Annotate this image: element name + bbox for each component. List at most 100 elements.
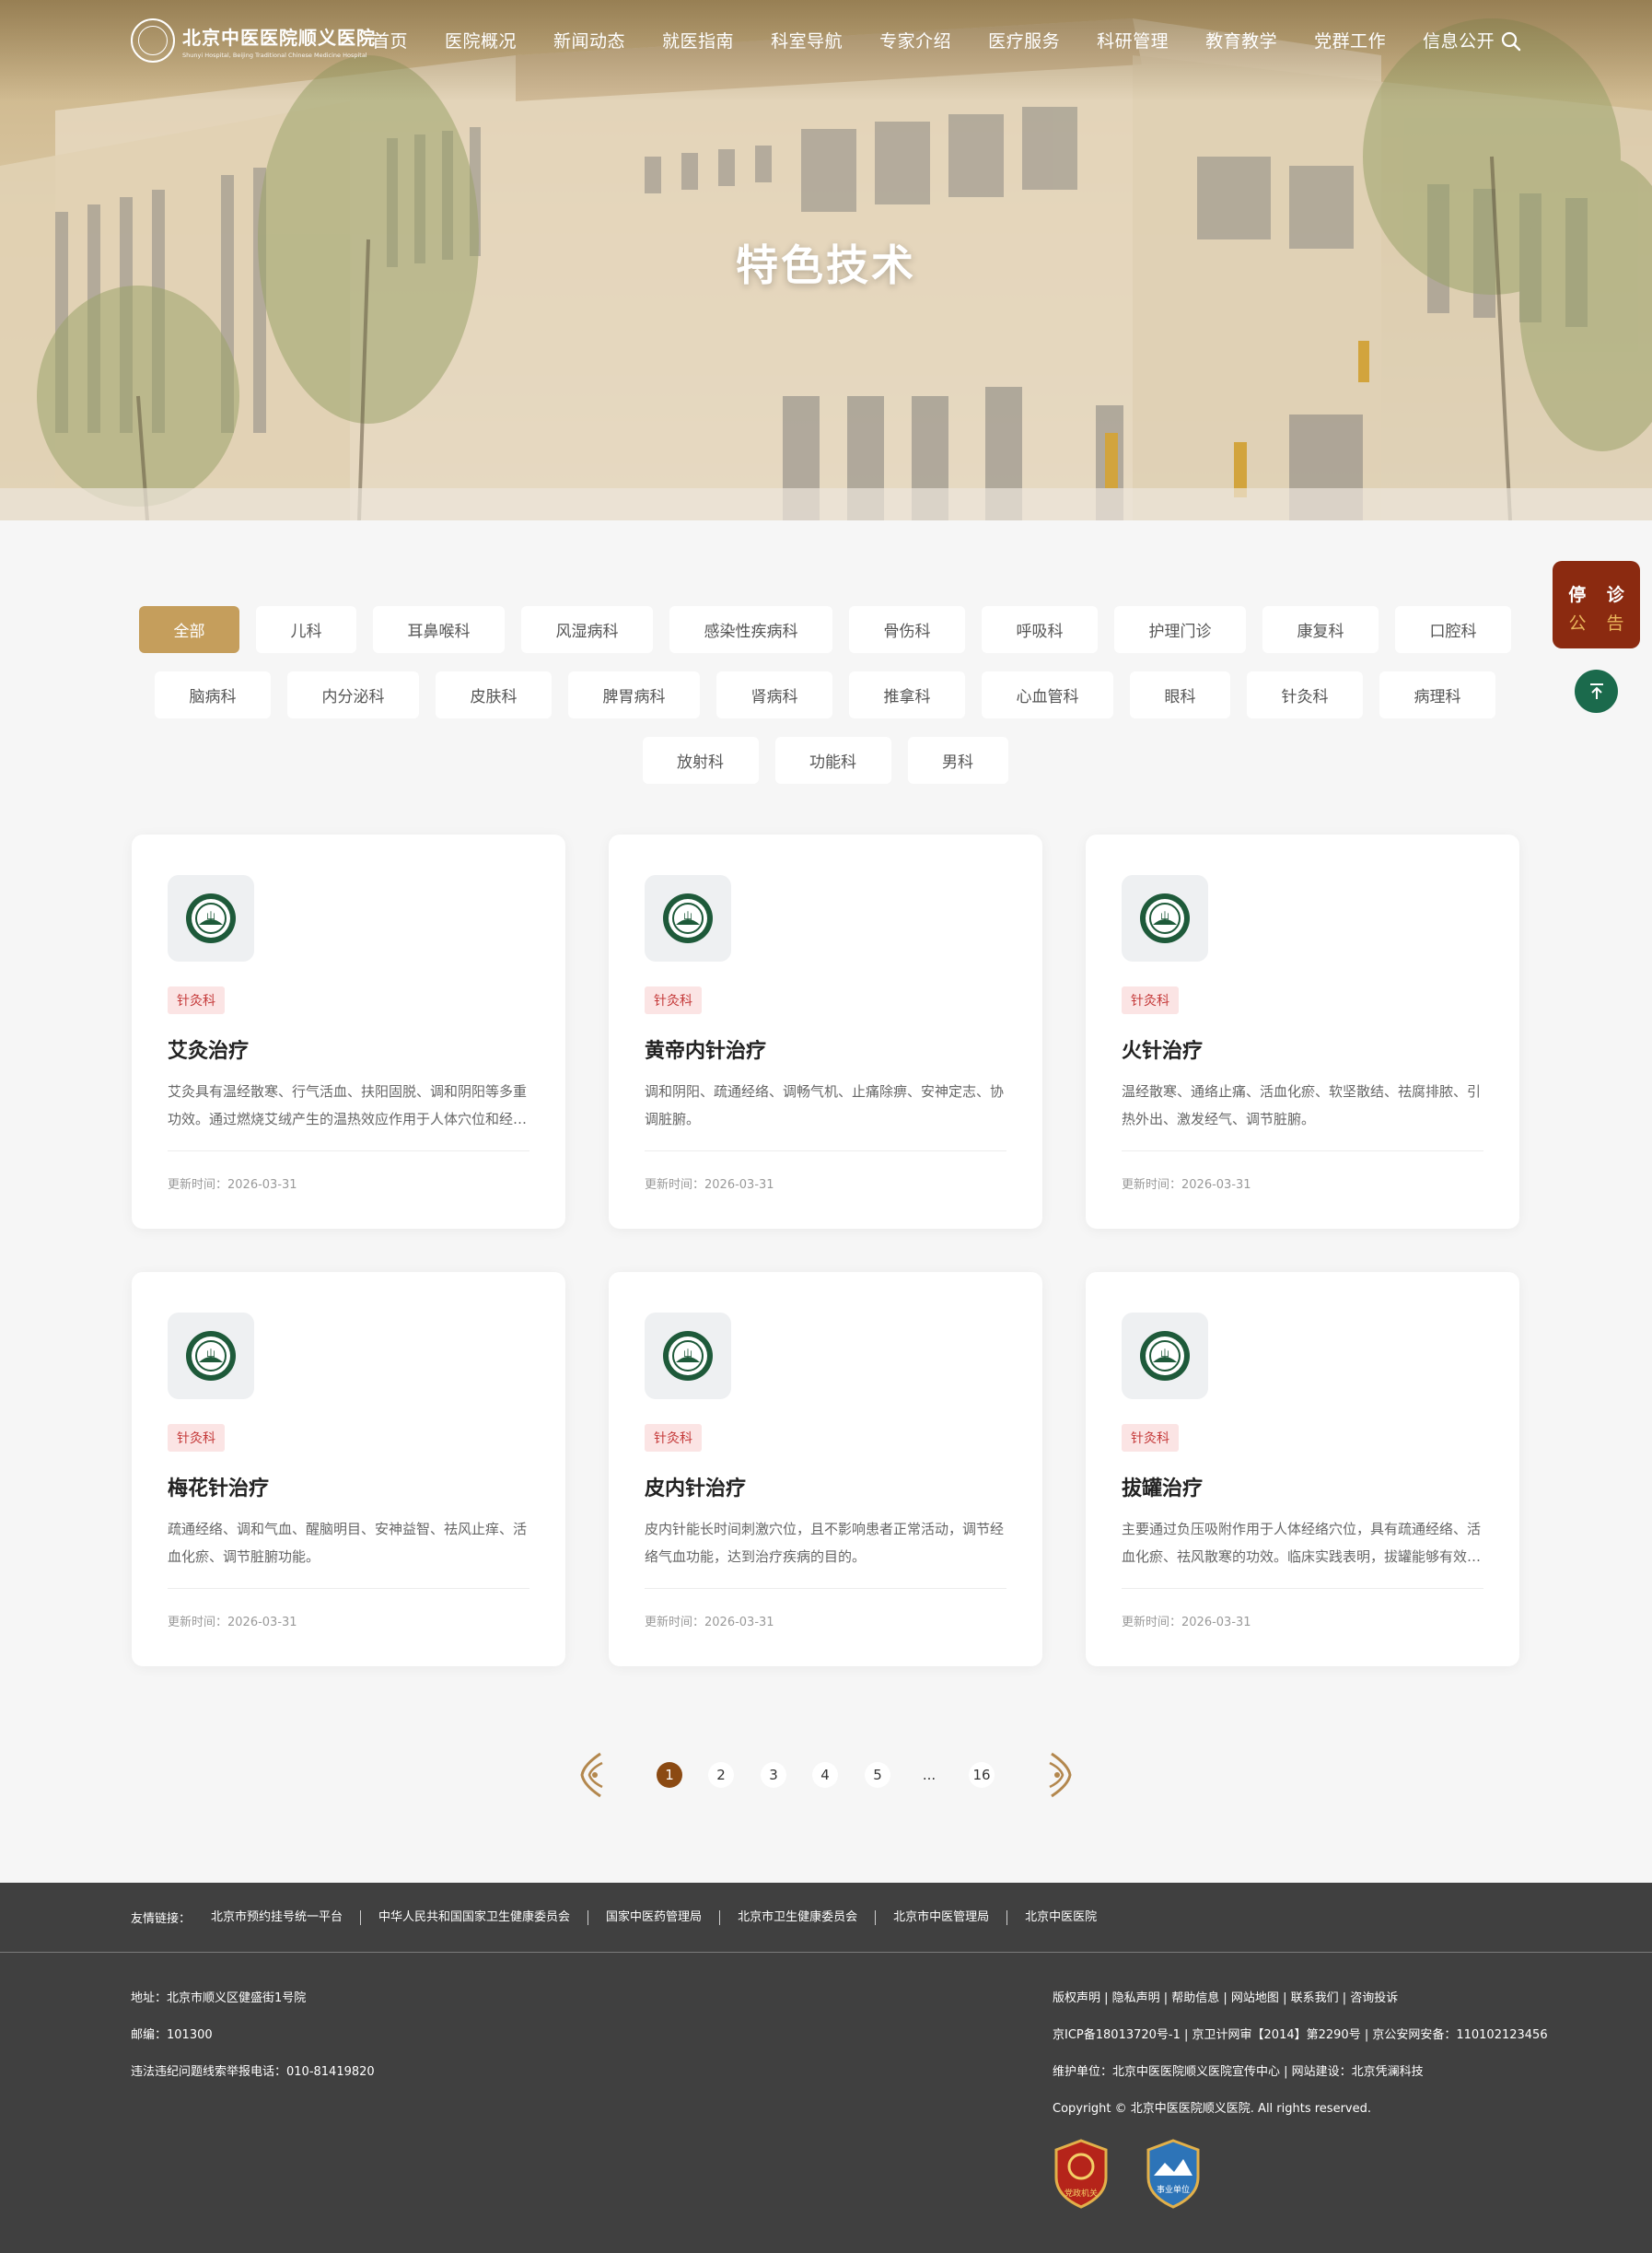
svg-text:山: 山	[1160, 1348, 1169, 1360]
card-title[interactable]: 火针治疗	[1122, 1034, 1203, 1064]
page-1[interactable]: 1	[657, 1762, 682, 1788]
filter-chip[interactable]: 脑病科	[155, 671, 271, 718]
svg-text:山: 山	[1160, 911, 1169, 922]
filter-chip[interactable]: 眼科	[1130, 671, 1230, 718]
suspension-notice-button[interactable]: 停 诊 公 告	[1553, 561, 1640, 648]
filter-chip[interactable]: 推拿科	[849, 671, 965, 718]
svg-text:山: 山	[683, 1348, 692, 1360]
ornate-right-arrow-icon[interactable]	[1044, 1750, 1076, 1800]
nav-news[interactable]: 新闻动态	[553, 28, 625, 53]
filter-all[interactable]: 全部	[139, 606, 239, 653]
nav-education[interactable]: 教育教学	[1205, 28, 1277, 53]
party-government-emblem-icon[interactable]: 党政机关	[1053, 2139, 1110, 2209]
friend-link[interactable]: 北京中医医院	[1006, 1909, 1114, 1925]
public-institution-emblem-icon[interactable]: 事业单位	[1145, 2139, 1202, 2209]
filter-chip[interactable]: 皮肤科	[436, 671, 552, 718]
logo-seal-icon	[131, 18, 175, 63]
page-16[interactable]: 16	[969, 1762, 995, 1788]
main-nav: 首页 医院概况 新闻动态 就医指南 科室导航 专家介绍 医疗服务 科研管理 教育…	[372, 28, 1531, 53]
svg-text:山: 山	[206, 1348, 215, 1360]
filter-chip[interactable]: 脾胃病科	[568, 671, 700, 718]
card-title[interactable]: 皮内针治疗	[645, 1472, 746, 1501]
page-3[interactable]: 3	[761, 1762, 786, 1788]
page-ellipsis: ...	[922, 1767, 937, 1783]
card-description: 温经散寒、通络止痛、活血化瘀、软坚散结、祛腐排脓、引热外出、激发经气、调节脏腑。	[1122, 1083, 1482, 1127]
filter-chip[interactable]: 风湿病科	[521, 606, 653, 653]
card-description: 主要通过负压吸附作用于人体经络穴位，具有疏通经络、活血化瘀、祛风散寒的功效。临床…	[1122, 1521, 1482, 1565]
page-5[interactable]: 5	[865, 1762, 890, 1788]
department-badge: 针灸科	[645, 1424, 702, 1452]
friend-links-label: 友情链接：	[131, 1912, 192, 1926]
nav-guide[interactable]: 就医指南	[662, 28, 734, 53]
back-to-top-button[interactable]	[1575, 670, 1618, 713]
hero-banner: 北京中医医院顺义医院 Shunyi Hospital, Beijing Trad…	[0, 0, 1652, 520]
friend-link[interactable]: 北京市卫生健康委员会	[719, 1909, 875, 1925]
search-icon[interactable]	[1501, 31, 1521, 52]
footer-copyright: Copyright © 北京中医医院顺义医院. All rights reser…	[1053, 2102, 1371, 2116]
page-4[interactable]: 4	[812, 1762, 838, 1788]
filter-chip[interactable]: 男科	[907, 737, 1008, 784]
technique-card[interactable]: 山 针灸科 皮内针治疗 皮内针能长时间刺激穴位，且不影响患者正常活动，调节经络气…	[609, 1272, 1042, 1666]
friend-link[interactable]: 中华人民共和国国家卫生健康委员会	[360, 1909, 588, 1925]
card-date: 更新时间：2026-03-31	[168, 1178, 297, 1192]
hospital-emblem-icon: 山	[1122, 1313, 1208, 1399]
certification-emblems: 党政机关 事业单位	[1053, 2139, 1202, 2209]
page-2[interactable]: 2	[708, 1762, 734, 1788]
nav-departments[interactable]: 科室导航	[771, 28, 843, 53]
filter-chip[interactable]: 护理门诊	[1114, 606, 1246, 653]
page-title: 特色技术	[736, 240, 916, 290]
department-filter: 全部 儿科 耳鼻喉科 风湿病科 感染性疾病科 骨伤科 呼吸科 护理门诊 康复科 …	[131, 606, 1519, 802]
footer-policy-links[interactable]: 版权声明 | 隐私声明 | 帮助信息 | 网站地图 | 联系我们 | 咨询投诉	[1053, 1988, 1548, 2025]
filter-chip[interactable]: 放射科	[642, 737, 759, 784]
nav-home[interactable]: 首页	[372, 28, 408, 53]
filter-chip[interactable]: 口腔科	[1395, 606, 1511, 653]
footer-maintainer: 维护单位：北京中医医院顺义医院宣传中心 | 网站建设：北京凭澜科技	[1053, 2065, 1424, 2079]
filter-row: 脑病科 内分泌科 皮肤科 脾胃病科 肾病科 推拿科 心血管科 眼科 针灸科 病理…	[131, 671, 1519, 718]
svg-text:党政机关: 党政机关	[1064, 2188, 1098, 2199]
filter-chip[interactable]: 功能科	[774, 737, 891, 784]
friend-link[interactable]: 北京市预约挂号统一平台	[211, 1910, 360, 1925]
technique-card[interactable]: 山 针灸科 梅花针治疗 疏通经络、调和气血、醒脑明目、安神益智、祛风止痒、活血化…	[132, 1272, 565, 1666]
logo-name-en: Shunyi Hospital, Beijing Traditional Chi…	[182, 51, 367, 59]
card-title[interactable]: 艾灸治疗	[168, 1034, 249, 1064]
filter-chip[interactable]: 儿科	[256, 606, 356, 653]
filter-chip[interactable]: 感染性疾病科	[669, 606, 832, 653]
friend-link[interactable]: 国家中医药管理局	[588, 1909, 719, 1925]
filter-chip[interactable]: 内分泌科	[287, 671, 419, 718]
filter-chip[interactable]: 呼吸科	[982, 606, 1098, 653]
nav-experts[interactable]: 专家介绍	[879, 28, 951, 53]
card-title[interactable]: 梅花针治疗	[168, 1472, 269, 1501]
ornate-left-arrow-icon[interactable]	[576, 1750, 608, 1800]
filter-chip[interactable]: 病理科	[1379, 671, 1495, 718]
card-title[interactable]: 拔罐治疗	[1122, 1472, 1203, 1501]
card-date: 更新时间：2026-03-31	[645, 1616, 774, 1629]
nav-info-disclosure[interactable]: 信息公开	[1423, 28, 1495, 53]
hospital-emblem-icon: 山	[1122, 875, 1208, 962]
nav-medical-services[interactable]: 医疗服务	[988, 28, 1060, 53]
card-date: 更新时间：2026-03-31	[1122, 1616, 1251, 1629]
nav-research[interactable]: 科研管理	[1097, 28, 1169, 53]
card-date: 更新时间：2026-03-31	[168, 1616, 297, 1629]
filter-chip[interactable]: 针灸科	[1247, 671, 1363, 718]
technique-card[interactable]: 山 针灸科 黄帝内针治疗 调和阴阳、疏通经络、调畅气机、止痛除痹、安神定志、协调…	[609, 835, 1042, 1229]
nav-hospital-overview[interactable]: 医院概况	[445, 28, 517, 53]
filter-chip[interactable]: 肾病科	[716, 671, 832, 718]
footer-address: 地址：北京市顺义区健盛街1号院	[131, 1991, 307, 2005]
hospital-logo[interactable]: 北京中医医院顺义医院 Shunyi Hospital, Beijing Trad…	[131, 18, 376, 63]
notice-line-1: 停 诊	[1568, 585, 1632, 605]
footer-hotline: 违法违纪问题线索举报电话：010-81419820	[131, 2065, 375, 2079]
friend-link[interactable]: 北京市中医管理局	[875, 1909, 1006, 1925]
filter-chip[interactable]: 骨伤科	[849, 606, 965, 653]
filter-chip[interactable]: 心血管科	[982, 671, 1113, 718]
technique-card[interactable]: 山 针灸科 火针治疗 温经散寒、通络止痛、活血化瘀、软坚散结、祛腐排脓、引热外出…	[1086, 835, 1519, 1229]
technique-card[interactable]: 山 针灸科 拔罐治疗 主要通过负压吸附作用于人体经络穴位，具有疏通经络、活血化瘀…	[1086, 1272, 1519, 1666]
notice-line-2: 公 告	[1568, 613, 1632, 634]
technique-card[interactable]: 山 针灸科 艾灸治疗 艾灸具有温经散寒、行气活血、扶阳固脱、调和阴阳等多重功效。…	[132, 835, 565, 1229]
card-divider	[645, 1150, 1006, 1151]
card-divider	[168, 1150, 529, 1151]
filter-chip[interactable]: 耳鼻喉科	[373, 606, 505, 653]
filter-chip[interactable]: 康复科	[1262, 606, 1379, 653]
card-title[interactable]: 黄帝内针治疗	[645, 1034, 766, 1064]
nav-party-work[interactable]: 党群工作	[1314, 28, 1386, 53]
department-badge: 针灸科	[1122, 1424, 1179, 1452]
